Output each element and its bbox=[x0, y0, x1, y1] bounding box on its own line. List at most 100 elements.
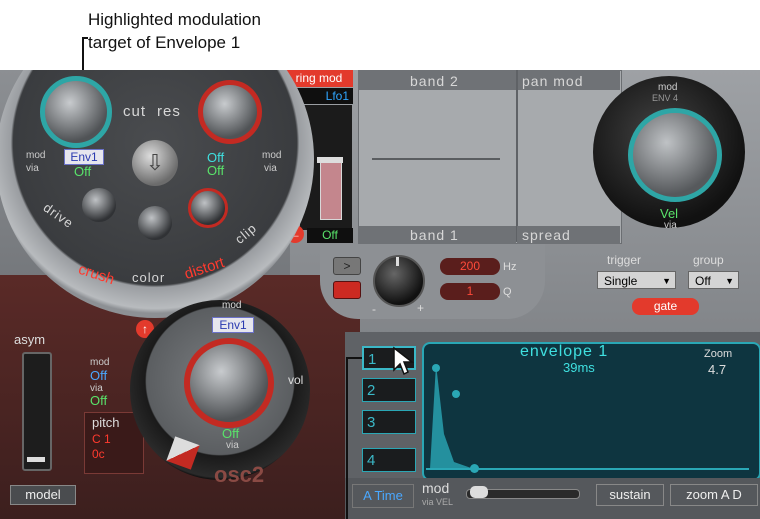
spread-label: spread bbox=[522, 227, 571, 243]
res-label: res bbox=[157, 103, 181, 120]
filter-down-arrow-icon[interactable]: ⇩ bbox=[132, 140, 178, 186]
band-mode-button-upper[interactable]: > bbox=[333, 257, 361, 275]
ring-mod-off-value: Off bbox=[322, 228, 338, 242]
envelope-attack-handle-icon[interactable] bbox=[432, 364, 440, 372]
ring-mod-off-field[interactable]: Off bbox=[307, 228, 353, 243]
filter-via-right: via bbox=[264, 163, 277, 174]
env-via-vel-label: via VEL bbox=[422, 497, 454, 507]
sustain-label: sustain bbox=[609, 487, 651, 502]
envelope-decay-handle-icon[interactable] bbox=[452, 390, 460, 398]
band-divider bbox=[516, 70, 518, 242]
distort-knob[interactable] bbox=[188, 188, 228, 228]
filter-mod-left: mod bbox=[26, 150, 46, 161]
band-frequency-knob[interactable] bbox=[373, 255, 425, 307]
osc2-vol-label: vol bbox=[288, 373, 304, 387]
filter-left-via-value: Off bbox=[74, 164, 92, 179]
q-unit: Q bbox=[503, 286, 512, 298]
drive-knob[interactable] bbox=[82, 188, 116, 222]
filter-via-left: via bbox=[26, 163, 39, 174]
synth-panel: band 2 pan mod band 1 spread > - + 200 H… bbox=[0, 70, 760, 519]
band-knob-plus: + bbox=[417, 301, 425, 315]
env-mod-slider-handle bbox=[470, 486, 488, 498]
callout-annotation: Highlighted modulation target of Envelop… bbox=[88, 8, 261, 54]
mouse-cursor-icon bbox=[393, 346, 414, 376]
pan-mod-via-value: Vel bbox=[660, 206, 679, 221]
filter-right-via-value: Off bbox=[207, 163, 225, 178]
band-knob-minus: - bbox=[372, 302, 376, 316]
osc2-left-mod: mod bbox=[90, 357, 110, 368]
model-label: model bbox=[25, 487, 61, 502]
trigger-select[interactable]: Single ▼ bbox=[597, 271, 676, 289]
band2-graph-line bbox=[372, 158, 500, 160]
envelope-slot-3[interactable]: 3 bbox=[362, 410, 416, 434]
osc2-left-via-value: Off bbox=[90, 393, 108, 408]
envelope-slot-2[interactable]: 2 bbox=[362, 378, 416, 402]
q-value-field[interactable]: 1 bbox=[440, 283, 500, 300]
band-mode-button-lower[interactable] bbox=[333, 281, 361, 299]
pan-mod-env-label: ENV 4 bbox=[652, 93, 679, 103]
band-display bbox=[358, 70, 622, 244]
filter-env-target[interactable]: Env1 bbox=[64, 149, 104, 165]
cut-label: cut bbox=[123, 103, 147, 120]
group-label: group bbox=[693, 253, 724, 267]
group-chevron-down-icon: ▼ bbox=[725, 276, 734, 286]
osc2-name: osc2 bbox=[214, 462, 265, 487]
asym-slider-handle bbox=[27, 457, 45, 462]
trigger-label: trigger bbox=[607, 253, 642, 267]
zoom-ad-button[interactable]: zoom A D bbox=[670, 484, 758, 506]
envelope-end-handle-icon[interactable] bbox=[470, 464, 479, 473]
gate-label: gate bbox=[653, 299, 678, 313]
osc2-mod-label: mod bbox=[222, 300, 242, 311]
pan-mod-via-label: via bbox=[664, 220, 677, 231]
a-time-label: A Time bbox=[363, 488, 403, 503]
asym-label: asym bbox=[14, 332, 46, 347]
hz-value-field[interactable]: 200 bbox=[440, 258, 500, 275]
pitch-label: pitch bbox=[92, 415, 120, 430]
slot-leader-v bbox=[346, 357, 348, 519]
zoom-ad-label: zoom A D bbox=[686, 487, 742, 502]
ring-mod-slider-handle bbox=[317, 157, 343, 163]
q-value: 1 bbox=[466, 284, 474, 298]
env-mod-label: mod bbox=[422, 480, 450, 496]
cutoff-knob[interactable] bbox=[40, 76, 112, 148]
envelope-slot-3-label: 3 bbox=[367, 414, 376, 431]
color-label: color bbox=[132, 270, 166, 285]
osc2-volume-knob[interactable] bbox=[184, 338, 274, 428]
pan-mod-knob[interactable] bbox=[628, 108, 722, 202]
envelope-slot-4[interactable]: 4 bbox=[362, 448, 416, 472]
sustain-button[interactable]: sustain bbox=[596, 484, 664, 506]
band-knob-marker-icon bbox=[396, 257, 399, 266]
osc2-env-target-value: Env1 bbox=[219, 318, 247, 332]
ring-mod-title: ring mod bbox=[295, 71, 343, 85]
a-time-button[interactable]: A Time bbox=[352, 484, 414, 508]
ring-mod-source-value: Lfo1 bbox=[325, 89, 349, 103]
pitch-c-value: C 1 bbox=[92, 432, 111, 446]
callout-line-1: Highlighted modulation bbox=[88, 10, 261, 29]
filter-mod-right: mod bbox=[262, 150, 282, 161]
osc2-env-target[interactable]: Env1 bbox=[212, 317, 254, 333]
asym-slider[interactable] bbox=[22, 352, 52, 471]
filter-env-target-value: Env1 bbox=[70, 150, 98, 164]
ring-mod-source[interactable]: Lfo1 bbox=[295, 88, 353, 104]
envelope-curve bbox=[426, 364, 749, 470]
hz-value: 200 bbox=[459, 259, 481, 273]
callout-line-2: target of Envelope 1 bbox=[88, 33, 241, 52]
model-button[interactable]: model bbox=[10, 485, 76, 505]
resonance-knob[interactable] bbox=[198, 80, 262, 144]
pitch-0c-value: 0c bbox=[92, 447, 105, 461]
color-knob[interactable] bbox=[138, 206, 172, 240]
slot-leader-h bbox=[346, 357, 362, 359]
band2-label: band 2 bbox=[410, 73, 459, 89]
osc2-via-label: via bbox=[226, 440, 239, 451]
ring-mod-slider[interactable] bbox=[320, 160, 342, 220]
osc2-left-mod-value: Off bbox=[90, 368, 108, 383]
hz-unit: Hz bbox=[503, 261, 517, 273]
trigger-chevron-down-icon: ▼ bbox=[662, 276, 671, 286]
envelope-slot-2-label: 2 bbox=[367, 382, 376, 399]
group-value: Off bbox=[695, 274, 711, 288]
band1-label: band 1 bbox=[410, 227, 459, 243]
group-select[interactable]: Off ▼ bbox=[688, 271, 739, 289]
trigger-value: Single bbox=[604, 274, 638, 288]
gate-button[interactable]: gate bbox=[632, 298, 699, 315]
osc2-via-value: Off bbox=[222, 426, 240, 441]
